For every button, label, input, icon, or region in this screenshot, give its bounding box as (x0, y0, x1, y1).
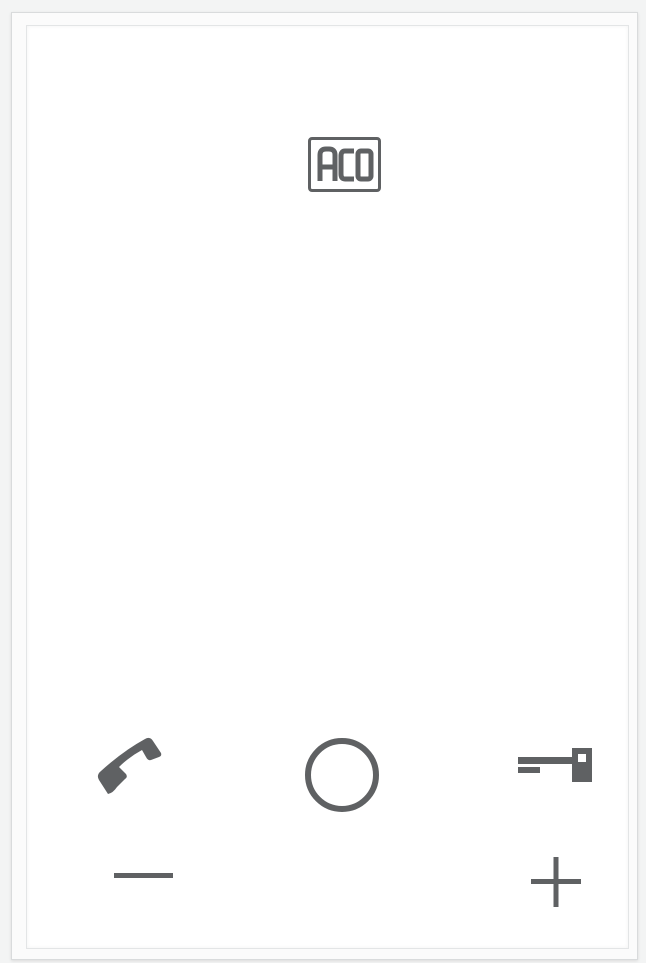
intercom-device (11, 12, 638, 960)
door-unlock-button[interactable] (512, 744, 596, 788)
brand-logo (308, 137, 381, 192)
center-button[interactable] (299, 732, 385, 818)
handset-button[interactable] (89, 731, 169, 797)
aco-logo-icon (317, 146, 374, 182)
key-icon (518, 748, 592, 782)
minus-icon (114, 873, 173, 878)
plus-icon (531, 857, 581, 907)
circle-icon (305, 738, 379, 812)
volume-up-button[interactable] (522, 848, 590, 916)
glass-panel (26, 25, 629, 949)
phone-handset-icon (97, 737, 162, 794)
volume-down-button[interactable] (106, 858, 182, 894)
